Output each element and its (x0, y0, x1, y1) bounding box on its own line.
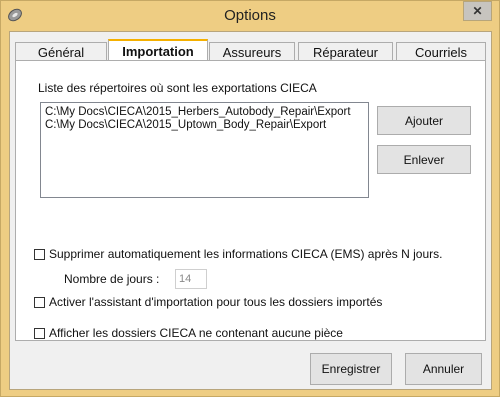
list-item[interactable]: C:\My Docs\CIECA\2015_Herbers_Autobody_R… (45, 106, 364, 119)
days-label: Nombre de jours : (64, 272, 160, 286)
tab-reparateur[interactable]: Réparateur (298, 42, 393, 61)
directory-list[interactable]: C:\My Docs\CIECA\2015_Herbers_Autobody_R… (40, 102, 369, 198)
close-icon: ✕ (472, 4, 483, 18)
title-bar[interactable]: Options ✕ (1, 1, 499, 31)
importation-panel: Liste des répertoires où sont les export… (15, 60, 486, 341)
window-title: Options (224, 7, 276, 24)
tab-assureurs[interactable]: Assureurs (209, 42, 295, 61)
auto-delete-option[interactable]: Supprimer automatiquement les informatio… (34, 247, 443, 261)
auto-delete-label: Supprimer automatiquement les informatio… (49, 247, 443, 261)
show-empty-folders-option[interactable]: Afficher les dossiers CIECA ne contenant… (34, 326, 343, 340)
import-assistant-option[interactable]: Activer l'assistant d'importation pour t… (34, 295, 382, 309)
tab-strip: Général Importation Assureurs Réparateur… (15, 39, 487, 62)
remove-button[interactable]: Enlever (377, 145, 471, 174)
show-empty-folders-label: Afficher les dossiers CIECA ne contenant… (49, 326, 343, 340)
directory-list-label: Liste des répertoires où sont les export… (38, 81, 317, 95)
cancel-button[interactable]: Annuler (405, 353, 482, 385)
dialog-client-area: Général Importation Assureurs Réparateur… (9, 31, 492, 390)
days-field[interactable]: 14 (175, 269, 207, 289)
save-button[interactable]: Enregistrer (310, 353, 392, 385)
add-button[interactable]: Ajouter (377, 106, 471, 135)
tab-courriels[interactable]: Courriels (396, 42, 486, 61)
import-assistant-label: Activer l'assistant d'importation pour t… (49, 295, 383, 309)
tab-general[interactable]: Général (15, 42, 107, 61)
import-assistant-checkbox[interactable] (34, 296, 45, 308)
options-window: Options ✕ Général Importation Assureurs … (0, 0, 500, 397)
auto-delete-checkbox[interactable] (34, 248, 45, 260)
list-item[interactable]: C:\My Docs\CIECA\2015_Uptown_Body_Repair… (45, 119, 364, 132)
close-button[interactable]: ✕ (463, 1, 492, 21)
show-empty-folders-checkbox[interactable] (34, 327, 45, 339)
tab-importation[interactable]: Importation (108, 39, 208, 62)
